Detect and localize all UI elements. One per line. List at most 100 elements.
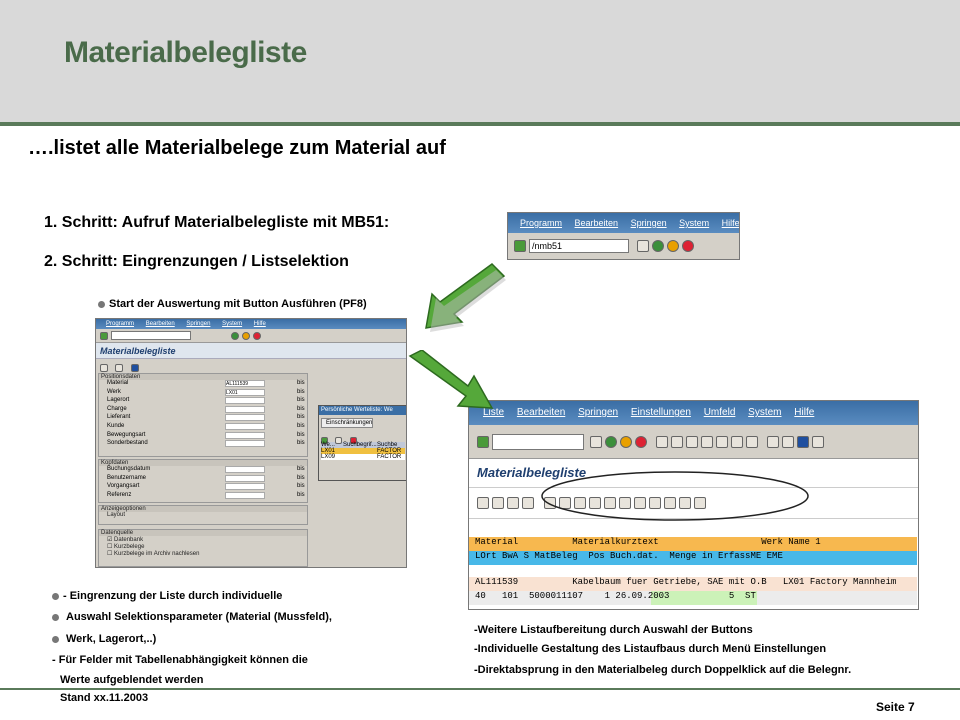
list-command-field[interactable] [492, 433, 584, 450]
menu-programm[interactable]: Programm [520, 218, 562, 228]
selection-from-field[interactable] [225, 483, 265, 491]
sel-menu-programm[interactable]: Programm [106, 321, 134, 327]
selection-from-field[interactable] [225, 491, 265, 499]
list-menu-einstellungen[interactable]: Einstellungen [631, 407, 691, 418]
list-row-material[interactable]: AL111539 Kabelbaum fuer Getriebe, SAE mi… [469, 577, 917, 591]
selection-row-label: Charge [107, 405, 127, 412]
sel-back-icon[interactable] [231, 331, 239, 340]
menu-bearbeiten[interactable]: Bearbeiten [575, 218, 619, 228]
selection-from-field[interactable]: AL111539 [225, 380, 265, 387]
first-page-icon[interactable] [701, 435, 713, 448]
prev-icon[interactable] [492, 497, 504, 509]
anzeigeoptionen-group: Anzeigeoptionen Layout [98, 505, 308, 525]
list-save-icon[interactable] [590, 435, 602, 448]
prev-page-icon[interactable] [716, 435, 728, 448]
selection-row: Charge bis [99, 405, 307, 415]
selection-bis-label: bis [297, 397, 305, 404]
list-menu-bearbeiten[interactable]: Bearbeiten [517, 407, 565, 418]
enter-icon[interactable] [514, 240, 526, 252]
datenquelle-datenbank[interactable]: ☑ Datenbank [99, 536, 307, 543]
variant-icon[interactable] [115, 364, 124, 372]
selection-row: Werk LX01 bis [99, 388, 307, 398]
selection-from-field[interactable]: LX01 [225, 388, 265, 396]
selection-from-field[interactable] [225, 422, 265, 430]
datenquelle-archiv[interactable]: ☐ Kurzbelege im Archiv nachlesen [99, 550, 307, 557]
popup-row[interactable]: LX09 FACTOR [321, 454, 405, 460]
sel-cancel-icon[interactable] [253, 331, 261, 340]
back-icon[interactable] [652, 240, 664, 252]
exit-icon[interactable] [667, 240, 679, 252]
list-header-1: Material Materialkurztext Werk Name 1 [469, 537, 917, 551]
selection-row-label: Kunde [107, 422, 125, 429]
datenquelle-kurzbelege[interactable]: ☐ Kurzbelege [99, 543, 307, 550]
execute-icon[interactable] [100, 364, 108, 372]
selection-from-field[interactable] [225, 474, 265, 482]
print-icon[interactable] [656, 435, 668, 448]
sel-menu-bearbeiten[interactable]: Bearbeiten [146, 321, 175, 327]
sel-exit-icon[interactable] [242, 331, 250, 340]
selection-row-label: Lieferant [107, 414, 131, 421]
last-icon[interactable] [522, 497, 534, 509]
next-icon[interactable] [507, 497, 519, 509]
list-menu-hilfe[interactable]: Hilfe [794, 407, 814, 418]
list-row-beleg[interactable]: 40 101 5000011107 1 26.09.2003 5 ST [469, 591, 917, 605]
info-icon[interactable] [130, 364, 139, 372]
selection-bis-label: bis [297, 474, 305, 481]
list-menubar: Liste Bearbeiten Springen Einstellungen … [469, 401, 918, 425]
left-bullet-1-text: - Eingrenzung der Liste durch individuel… [63, 590, 283, 602]
selection-from-field[interactable] [225, 431, 265, 439]
wertehilfe-popup: Persönliche Werteliste: We Einschränkung… [318, 405, 406, 481]
sel-command-field[interactable] [111, 331, 191, 340]
list-menu-umfeld[interactable]: Umfeld [704, 407, 736, 418]
list-menu-springen[interactable]: Springen [578, 407, 618, 418]
selection-bis-label: bis [297, 483, 305, 490]
next-page-icon[interactable] [731, 435, 743, 448]
selection-bis-label: bis [297, 431, 305, 438]
kopfdaten-rows: Buchungsdatum bis Benutzername bis Vorgangsa… [99, 466, 307, 500]
sap-command-window: Programm Bearbeiten Springen System Hilf… [507, 212, 740, 260]
sel-menu-system[interactable]: System [222, 321, 242, 327]
shortcut-icon[interactable] [782, 435, 794, 448]
selection-row-label: Buchungsdatum [107, 466, 151, 472]
find-icon[interactable] [671, 435, 683, 448]
sel-appbar [96, 359, 406, 372]
list-menu-system[interactable]: System [748, 407, 781, 418]
page-number: Seite 7 [876, 700, 915, 714]
selection-row: Benutzername bis [99, 474, 307, 484]
cancel-icon[interactable] [682, 240, 694, 252]
command-field[interactable]: /nmb51 [529, 239, 629, 253]
sel-menubar: Programm Bearbeiten Springen System Hilf… [96, 319, 406, 329]
list-enter-icon[interactable] [477, 435, 489, 448]
sel-menu-springen[interactable]: Springen [186, 321, 210, 327]
selection-row: Lagerort bis [99, 397, 307, 406]
menu-springen[interactable]: Springen [631, 218, 667, 228]
selection-from-field[interactable] [225, 397, 265, 405]
selection-from-field[interactable] [225, 405, 265, 413]
list-cancel-icon[interactable] [635, 435, 647, 448]
selection-from-field[interactable] [225, 440, 265, 448]
sel-enter-icon[interactable] [100, 331, 108, 340]
find-next-icon[interactable] [686, 435, 698, 448]
menu-system[interactable]: System [679, 218, 709, 228]
sel-menu-hilfe[interactable]: Hilfe [254, 321, 266, 327]
selection-row: Kunde bis [99, 422, 307, 432]
list-back-icon[interactable] [605, 435, 617, 448]
sel-toolbar [96, 329, 406, 343]
selection-bis-label: bis [297, 466, 305, 472]
bullet-icon [52, 613, 59, 621]
layout-icon[interactable] [812, 435, 824, 448]
list-exit-icon[interactable] [620, 435, 632, 448]
menu-hilfe[interactable]: Hilfe [722, 218, 739, 228]
layout-label: Layout [107, 512, 126, 518]
first-icon[interactable] [477, 497, 489, 509]
selection-from-field[interactable] [225, 466, 265, 473]
last-page-icon[interactable] [746, 435, 758, 448]
list-body: Material Materialkurztext Werk Name 1 LO… [469, 527, 918, 609]
help-icon[interactable] [797, 435, 809, 448]
save-icon[interactable] [637, 240, 649, 252]
datenquelle-group: Datenquelle ☑ Datenbank ☐ Kurzbelege ☐ K… [98, 529, 308, 567]
selection-from-field[interactable] [225, 414, 265, 422]
popup-tab[interactable]: Einschränkungen [321, 418, 373, 428]
bullet-icon [52, 635, 59, 643]
new-session-icon[interactable] [767, 435, 779, 448]
